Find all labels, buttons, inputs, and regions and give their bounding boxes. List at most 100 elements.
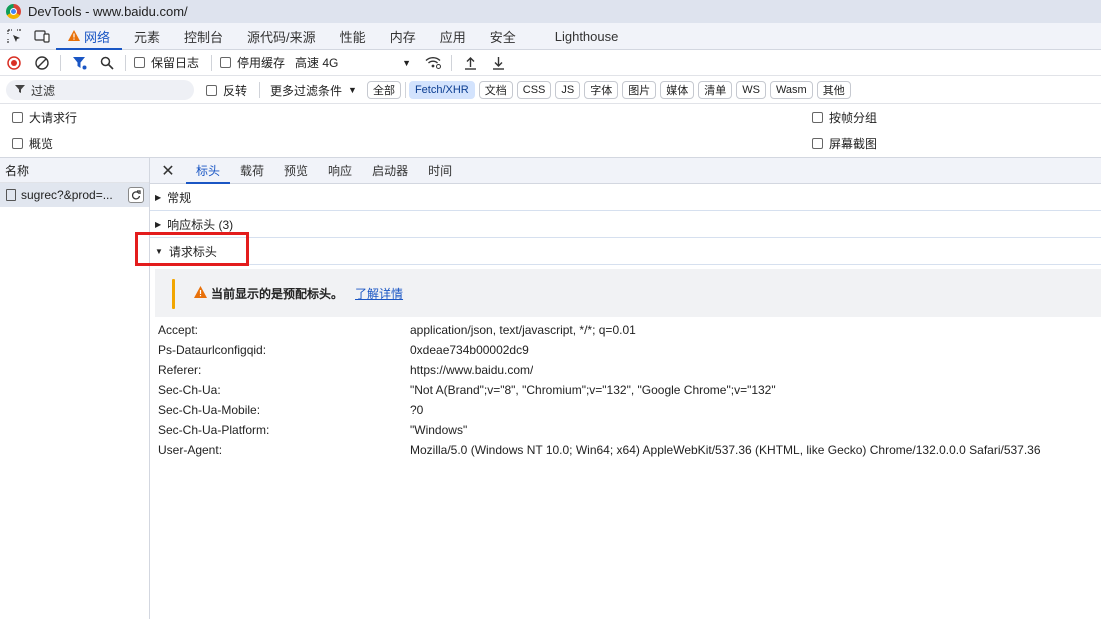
header-name: Sec-Ch-Ua: — [158, 383, 221, 397]
header-row: Referer: https://www.baidu.com/ — [158, 360, 1098, 380]
clear-icon[interactable] — [28, 50, 56, 76]
name-column-header[interactable]: 名称 — [0, 157, 149, 183]
checkbox-box[interactable] — [134, 57, 145, 68]
big-request-rows-checkbox[interactable]: 大请求行 — [12, 109, 77, 126]
filter-input[interactable]: 过滤 — [6, 80, 194, 100]
checkbox-box[interactable] — [206, 84, 217, 96]
learn-more-link[interactable]: 了解详情 — [355, 285, 403, 302]
tab-label: 载荷 — [240, 164, 265, 178]
more-filters-dropdown[interactable]: 更多过滤条件 ▼ — [270, 82, 357, 99]
chrome-logo-icon — [6, 4, 21, 19]
divider — [125, 54, 126, 71]
throttling-select[interactable]: 高速 4G ▼ — [295, 54, 411, 71]
filter-icon — [15, 83, 25, 97]
checkbox-box[interactable] — [220, 57, 232, 68]
section-title: 响应标头 (3) — [167, 217, 234, 232]
download-icon[interactable] — [484, 50, 512, 76]
tab-label: 标头 — [196, 164, 221, 178]
checkbox-box[interactable] — [812, 111, 823, 123]
filter-icon[interactable] — [65, 50, 93, 76]
close-icon[interactable]: ✕ — [150, 158, 186, 183]
record-icon[interactable] — [0, 50, 28, 76]
warning-icon — [68, 29, 80, 44]
tab-sources[interactable]: 源代码/来源 — [235, 23, 328, 49]
preserve-log-label: 保留日志 — [151, 56, 200, 70]
screenshots-label: 屏幕截图 — [829, 136, 878, 151]
filter-chip-manifest[interactable]: 清单 — [698, 81, 733, 99]
tab-console[interactable]: 控制台 — [172, 23, 235, 49]
tab-payload[interactable]: 载荷 — [230, 158, 274, 183]
filter-chip-wasm[interactable]: Wasm — [769, 81, 813, 99]
header-value: https://www.baidu.com/ — [410, 363, 534, 377]
collapsed-triangle-icon: ▶ — [155, 219, 162, 229]
window-titlebar: DevTools - www.baidu.com/ — [0, 0, 1101, 23]
section-general[interactable]: ▶ 常规 — [150, 184, 1101, 211]
filter-chip-ws[interactable]: WS — [736, 81, 766, 99]
overview-checkbox[interactable]: 概览 — [12, 135, 53, 152]
tab-application[interactable]: 应用 — [428, 23, 478, 49]
override-icon[interactable] — [128, 187, 144, 203]
screenshots-checkbox[interactable]: 屏幕截图 — [812, 135, 877, 152]
header-value: ?0 — [410, 403, 424, 417]
document-icon — [6, 189, 16, 201]
tab-elements[interactable]: 元素 — [122, 23, 172, 49]
tab-lighthouse[interactable]: Lighthouse — [528, 23, 631, 49]
warning-content: 当前显示的是预配标头。 了解详情 — [194, 285, 403, 302]
tab-label: 预览 — [284, 164, 309, 178]
filter-chip-css[interactable]: CSS — [516, 81, 552, 99]
tab-memory[interactable]: 内存 — [378, 23, 428, 49]
filter-chip-img[interactable]: 图片 — [622, 81, 657, 99]
filter-chip-doc[interactable]: 文档 — [478, 81, 513, 99]
disable-cache-checkbox[interactable]: 停用缓存 — [220, 54, 285, 71]
header-name: Ps-Dataurlconfigqid: — [158, 343, 267, 357]
filter-chip-all[interactable]: 全部 — [366, 81, 401, 99]
tab-network[interactable]: 网络 — [56, 23, 123, 50]
disable-cache-label: 停用缓存 — [237, 56, 286, 70]
header-row: Accept: application/json, text/javascript… — [158, 320, 1098, 340]
overview-label: 概览 — [29, 136, 54, 151]
section-response-headers[interactable]: ▶ 响应标头 (3) — [150, 211, 1101, 238]
header-value: application/json, text/javascript, */*; … — [410, 323, 636, 337]
filter-chip-js[interactable]: JS — [555, 81, 581, 99]
filter-placeholder: 过滤 — [31, 83, 56, 98]
section-request-headers[interactable]: ▼ 请求标头 — [150, 238, 1101, 265]
request-row[interactable]: sugrec?&prod=... — [0, 183, 149, 207]
checkbox-box[interactable] — [12, 137, 23, 149]
filter-chip-other[interactable]: 其他 — [816, 81, 851, 99]
tab-preview[interactable]: 预览 — [274, 158, 318, 183]
tab-response[interactable]: 响应 — [318, 158, 362, 183]
upload-icon[interactable] — [456, 50, 484, 76]
group-by-frame-checkbox[interactable]: 按帧分组 — [812, 109, 877, 126]
group-by-frame-label: 按帧分组 — [829, 110, 878, 125]
checkbox-box[interactable] — [12, 111, 23, 123]
request-headers-list: Accept: application/json, text/javascript… — [158, 320, 1098, 460]
tab-security[interactable]: 安全 — [478, 23, 528, 49]
tab-label: 应用 — [439, 29, 466, 45]
invert-checkbox[interactable]: 反转 — [206, 82, 247, 99]
tab-label: 性能 — [339, 29, 366, 45]
filter-chip-font[interactable]: 字体 — [584, 81, 619, 99]
divider — [211, 54, 213, 71]
tab-label: 网络 — [84, 29, 111, 45]
collapsed-triangle-icon: ▶ — [155, 192, 162, 202]
search-icon[interactable] — [93, 50, 121, 76]
network-conditions-icon[interactable] — [419, 50, 447, 76]
inspect-element-icon[interactable] — [0, 23, 28, 49]
chevron-down-icon: ▼ — [402, 57, 412, 68]
filter-chip-media[interactable]: 媒体 — [660, 81, 695, 99]
tab-timing[interactable]: 时间 — [418, 158, 462, 183]
device-toolbar-icon[interactable] — [28, 23, 56, 49]
divider — [404, 82, 406, 98]
filter-chip-fetch-xhr[interactable]: Fetch/XHR — [408, 81, 475, 99]
header-row: Ps-Dataurlconfigqid: 0xdeae734b00002dc9 — [158, 340, 1098, 360]
window-title: DevTools - www.baidu.com/ — [28, 4, 188, 19]
tab-performance[interactable]: 性能 — [328, 23, 378, 49]
preserve-log-checkbox[interactable]: 保留日志 — [134, 54, 199, 71]
header-name: Referer: — [158, 363, 202, 377]
red-highlight-box — [135, 232, 249, 266]
filter-toolbar: 过滤 反转 更多过滤条件 ▼ 全部 Fetch/XHR 文档 CSS JS 字体… — [0, 77, 1101, 104]
divider — [451, 54, 453, 71]
tab-headers[interactable]: 标头 — [186, 158, 231, 184]
tab-initiator[interactable]: 启动器 — [362, 158, 418, 183]
checkbox-box[interactable] — [812, 137, 823, 149]
